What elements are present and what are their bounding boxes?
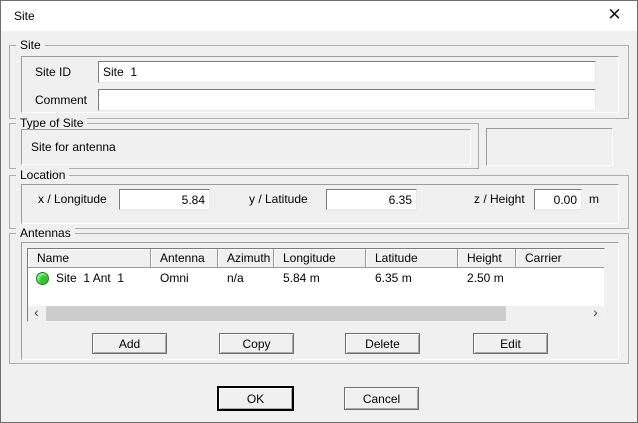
antennas-group-label: Antennas bbox=[16, 226, 75, 240]
antenna-azimuth-cell: n/a bbox=[218, 268, 274, 288]
type-of-site-group-label: Type of Site bbox=[16, 116, 87, 130]
cancel-button[interactable]: Cancel bbox=[344, 387, 419, 410]
site-id-label: Site ID bbox=[35, 61, 71, 83]
scrollbar-thumb[interactable] bbox=[46, 306, 506, 321]
site-dialog: Site ✕ Site Site ID Comment Type of Site… bbox=[0, 0, 638, 423]
antenna-type-cell: Omni bbox=[151, 268, 218, 288]
z-height-input[interactable] bbox=[534, 189, 582, 210]
close-button[interactable]: ✕ bbox=[592, 1, 637, 30]
column-header-longitude[interactable]: Longitude bbox=[274, 249, 366, 268]
scroll-left-button[interactable]: ‹ bbox=[28, 306, 45, 321]
z-height-label: z / Height bbox=[474, 189, 525, 210]
antenna-status-dot bbox=[36, 272, 49, 285]
x-longitude-label: x / Longitude bbox=[38, 189, 107, 210]
scroll-right-icon: › bbox=[593, 304, 598, 320]
antenna-name: Site 1 Ant 1 bbox=[56, 268, 124, 288]
antennas-table: Name Antenna Azimuth Longitude Latitude … bbox=[27, 248, 605, 322]
comment-label: Comment bbox=[35, 89, 87, 111]
column-header-name[interactable]: Name bbox=[28, 249, 151, 268]
delete-button[interactable]: Delete bbox=[345, 333, 420, 354]
ok-button[interactable]: OK bbox=[218, 387, 293, 410]
antenna-height-cell: 2.50 m bbox=[458, 268, 516, 288]
column-header-carrier[interactable]: Carrier bbox=[516, 249, 604, 268]
location-group: Location x / Longitude y / Latitude z / … bbox=[9, 175, 629, 229]
column-header-azimuth[interactable]: Azimuth bbox=[218, 249, 274, 268]
close-icon: ✕ bbox=[607, 5, 621, 25]
antenna-carrier-cell bbox=[516, 268, 604, 288]
antennas-group: Antennas Name Antenna Azimuth Longitude … bbox=[9, 233, 629, 364]
type-of-site-group: Type of Site Site for antenna bbox=[9, 123, 479, 169]
add-button[interactable]: Add bbox=[92, 333, 167, 354]
window-title: Site bbox=[14, 1, 35, 31]
height-unit-label: m bbox=[589, 189, 599, 210]
x-longitude-input[interactable] bbox=[119, 189, 210, 210]
y-latitude-label: y / Latitude bbox=[249, 189, 308, 210]
location-group-label: Location bbox=[16, 168, 69, 182]
y-latitude-input[interactable] bbox=[326, 189, 417, 210]
site-id-input[interactable] bbox=[98, 61, 596, 83]
antennas-table-header: Name Antenna Azimuth Longitude Latitude … bbox=[28, 249, 604, 268]
site-group: Site Site ID Comment bbox=[9, 45, 629, 119]
column-header-height[interactable]: Height bbox=[458, 249, 516, 268]
scroll-left-icon: ‹ bbox=[34, 304, 39, 320]
type-of-site-value: Site for antenna bbox=[31, 129, 116, 165]
antenna-longitude-cell: 5.84 m bbox=[274, 268, 366, 288]
scroll-right-button[interactable]: › bbox=[587, 306, 604, 321]
column-header-latitude[interactable]: Latitude bbox=[366, 249, 458, 268]
horizontal-scrollbar[interactable]: ‹ › bbox=[28, 306, 604, 321]
title-bar[interactable]: Site ✕ bbox=[1, 1, 637, 31]
column-header-antenna[interactable]: Antenna bbox=[151, 249, 218, 268]
antenna-latitude-cell: 6.35 m bbox=[366, 268, 458, 288]
copy-button[interactable]: Copy bbox=[219, 333, 294, 354]
location-panel bbox=[21, 184, 619, 224]
type-extra-box bbox=[486, 128, 613, 166]
site-group-label: Site bbox=[16, 38, 45, 52]
antenna-row[interactable]: Site 1 Ant 1 Omni n/a 5.84 m 6.35 m 2.50… bbox=[28, 268, 604, 288]
edit-button[interactable]: Edit bbox=[473, 333, 548, 354]
comment-input[interactable] bbox=[98, 89, 596, 111]
antenna-name-cell: Site 1 Ant 1 bbox=[28, 268, 151, 288]
